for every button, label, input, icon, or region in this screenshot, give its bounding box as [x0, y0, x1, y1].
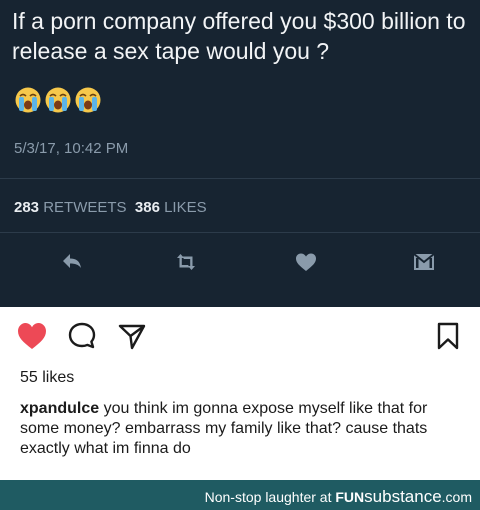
brand-fun: FUN [335, 489, 365, 505]
caption: xpandulce you think im gonna expose myse… [20, 399, 465, 459]
direct-message-button[interactable] [408, 246, 440, 278]
bookmark-button[interactable] [430, 318, 466, 354]
like-button[interactable] [14, 318, 50, 354]
retweet-icon [177, 254, 195, 270]
loudly-crying-face-icon [45, 87, 71, 113]
tweet-actions [0, 246, 480, 282]
share-icon [118, 324, 146, 350]
tweet-card: If a porn company offered you $300 billi… [0, 0, 480, 307]
tweet-stats: 283 RETWEETS 386 LIKES [14, 199, 207, 216]
retweet-button[interactable] [170, 246, 202, 278]
reply-icon [63, 254, 81, 268]
caption-username[interactable]: xpandulce [20, 400, 99, 417]
tweet-text: If a porn company offered you $300 billi… [12, 8, 466, 64]
footer-text: Non-stop laughter at [204, 489, 332, 505]
funsubstance-logo[interactable]: FUNsubstance.com [335, 487, 472, 506]
share-button[interactable] [114, 318, 150, 354]
brand-domain: .com [441, 489, 472, 505]
reply-button[interactable] [56, 246, 88, 278]
comment-icon [68, 322, 96, 349]
comment-button[interactable] [64, 318, 100, 354]
footer-banner: Non-stop laughter at FUNsubstance.com [0, 480, 480, 510]
heart-icon [296, 253, 316, 271]
brand-substance: substance [364, 487, 442, 506]
instagram-actions [0, 318, 480, 358]
loudly-crying-face-icon [15, 87, 41, 113]
direct-message-icon [413, 253, 435, 270]
likes-count[interactable]: 55 likes [20, 369, 74, 387]
likes-label[interactable]: LIKES [164, 199, 207, 216]
likes-count[interactable]: 386 [135, 199, 160, 216]
divider [0, 178, 480, 179]
emoji-row [14, 86, 102, 114]
retweets-count[interactable]: 283 [14, 199, 39, 216]
footer-credit: Non-stop laughter at FUNsubstance.com [205, 487, 472, 507]
tweet-timestamp: 5/3/17, 10:42 PM [14, 140, 129, 157]
loudly-crying-face-icon [75, 87, 101, 113]
divider [0, 232, 480, 233]
bookmark-icon [437, 322, 459, 350]
like-button[interactable] [290, 246, 322, 278]
retweets-label[interactable]: RETWEETS [43, 199, 126, 216]
heart-filled-icon [18, 323, 46, 349]
